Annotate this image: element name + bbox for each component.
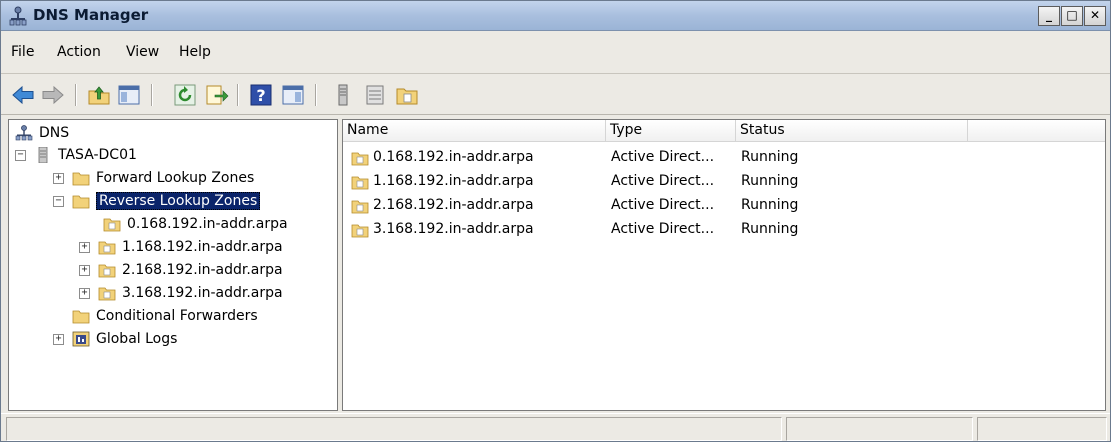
tree-label-zone: 0.168.192.in-addr.arpa (127, 216, 288, 232)
list-item[interactable]: 2.168.192.in-addr.arpa Active Direct... … (343, 194, 1103, 218)
toolbar-separator (237, 84, 239, 106)
folder-icon (72, 195, 90, 209)
column-header-status[interactable]: Status (736, 120, 968, 142)
list-cell-status: Running (741, 173, 799, 189)
list-item[interactable]: 1.168.192.in-addr.arpa Active Direct... … (343, 170, 1103, 194)
server-icon[interactable] (331, 83, 355, 107)
zone-folder-icon (351, 200, 369, 214)
window-title: DNS Manager (33, 6, 149, 24)
menu-help[interactable]: Help (179, 44, 211, 60)
dns-manager-window: DNS Manager _ □ ✕ File Action View Help (0, 0, 1111, 442)
zone-folder-icon (351, 152, 369, 166)
zone-folder-icon (98, 287, 116, 301)
tree-label-server: TASA-DC01 (58, 147, 137, 163)
zone-folder-icon (351, 176, 369, 190)
folder-icon (72, 310, 90, 324)
zone-folder-icon (98, 264, 116, 278)
server-icon (38, 147, 48, 163)
list-cell-status: Running (741, 197, 799, 213)
zone-icon[interactable] (395, 83, 419, 107)
tree-node-conditional-forwarders[interactable]: Conditional Forwarders (72, 305, 258, 327)
menu-bar: File Action View Help (1, 32, 1110, 74)
expand-icon[interactable]: + (53, 333, 64, 345)
status-panel-tertiary (977, 417, 1107, 441)
expand-icon[interactable]: + (53, 172, 64, 184)
dns-icon (15, 125, 33, 141)
status-panel-main (6, 417, 782, 441)
list-cell-type: Active Direct... (611, 221, 715, 237)
toolbar: ? (1, 75, 1110, 115)
list-cell-name: 3.168.192.in-addr.arpa (373, 221, 534, 237)
tree-node-server[interactable]: − TASA-DC01 (15, 144, 137, 166)
toolbar-separator (151, 84, 153, 106)
list-cell-type: Active Direct... (611, 173, 715, 189)
tree-node-dns[interactable]: DNS (15, 122, 69, 144)
expand-icon[interactable]: + (79, 241, 90, 253)
console-tree[interactable]: DNS − TASA-DC01 + Forward Lookup Zones − (8, 119, 338, 411)
up-folder-icon[interactable] (87, 83, 111, 107)
folder-icon (72, 172, 90, 186)
status-bar (1, 413, 1110, 441)
tree-label-dns: DNS (39, 125, 70, 141)
show-hide-console-tree-icon[interactable] (117, 83, 141, 107)
title-bar[interactable]: DNS Manager _ □ ✕ (1, 1, 1110, 31)
tree-node-zone-2[interactable]: + 2.168.192.in-addr.arpa (79, 259, 283, 281)
tree-label-reverse-lookup-zones: Reverse Lookup Zones (96, 192, 261, 210)
help-icon[interactable]: ? (249, 83, 273, 107)
toolbar-separator (75, 84, 77, 106)
tree-node-global-logs[interactable]: + Global Logs (53, 328, 177, 350)
zone-folder-icon (351, 224, 369, 238)
tree-node-zone-1[interactable]: + 1.168.192.in-addr.arpa (79, 236, 283, 258)
details-list[interactable]: Name Type Status 0.168.192.in-addr.arpa … (342, 119, 1106, 411)
list-cell-name: 0.168.192.in-addr.arpa (373, 149, 534, 165)
svg-text:?: ? (256, 86, 265, 105)
tree-node-reverse-lookup-zones[interactable]: − Reverse Lookup Zones (53, 190, 261, 212)
tree-label-conditional-forwarders: Conditional Forwarders (96, 308, 258, 324)
close-button[interactable]: ✕ (1084, 6, 1106, 26)
expand-icon[interactable]: + (79, 287, 90, 299)
tree-node-forward-lookup-zones[interactable]: + Forward Lookup Zones (53, 167, 254, 189)
tree-label-zone: 2.168.192.in-addr.arpa (122, 262, 283, 278)
list-item[interactable]: 0.168.192.in-addr.arpa Active Direct... … (343, 146, 1103, 170)
list-icon[interactable] (363, 83, 387, 107)
list-cell-status: Running (741, 221, 799, 237)
list-cell-name: 1.168.192.in-addr.arpa (373, 173, 534, 189)
zone-folder-icon (103, 218, 121, 232)
list-cell-status: Running (741, 149, 799, 165)
back-arrow-icon[interactable] (11, 83, 35, 107)
toolbar-separator (315, 84, 317, 106)
forward-arrow-icon[interactable] (41, 83, 65, 107)
list-cell-type: Active Direct... (611, 197, 715, 213)
collapse-icon[interactable]: − (53, 195, 64, 207)
collapse-icon[interactable]: − (15, 149, 26, 161)
export-list-icon[interactable] (205, 83, 229, 107)
expand-icon[interactable]: + (79, 264, 90, 276)
minimize-button[interactable]: _ (1038, 6, 1060, 26)
menu-file[interactable]: File (11, 44, 34, 60)
list-cell-type: Active Direct... (611, 149, 715, 165)
event-log-icon (72, 331, 90, 347)
tree-node-zone-3[interactable]: + 3.168.192.in-addr.arpa (79, 282, 283, 304)
dns-server-icon (9, 6, 27, 26)
list-cell-name: 2.168.192.in-addr.arpa (373, 197, 534, 213)
tree-label-zone: 1.168.192.in-addr.arpa (122, 239, 283, 255)
refresh-icon[interactable] (173, 83, 197, 107)
menu-view[interactable]: View (126, 44, 159, 60)
list-item[interactable]: 3.168.192.in-addr.arpa Active Direct... … (343, 218, 1103, 242)
action-pane-icon[interactable] (281, 83, 305, 107)
zone-folder-icon (98, 241, 116, 255)
tree-label-global-logs: Global Logs (96, 331, 178, 347)
column-header-name[interactable]: Name (343, 120, 606, 142)
status-panel-secondary (786, 417, 973, 441)
column-header-type[interactable]: Type (606, 120, 736, 142)
column-header-empty (968, 120, 1105, 142)
maximize-button[interactable]: □ (1061, 6, 1083, 26)
tree-label-zone: 3.168.192.in-addr.arpa (122, 285, 283, 301)
menu-action[interactable]: Action (57, 44, 101, 60)
tree-node-zone-0[interactable]: 0.168.192.in-addr.arpa (103, 213, 288, 235)
tree-label-forward-lookup-zones: Forward Lookup Zones (96, 170, 255, 186)
